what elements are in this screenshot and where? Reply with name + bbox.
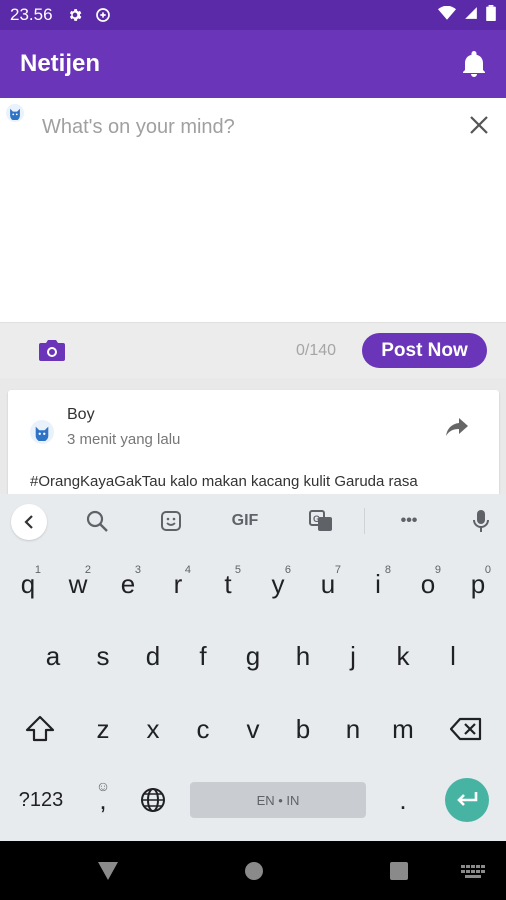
- soft-keyboard: GIF G ••• q1 w2 e3 r4 t5 y6 u7 i8 o9 p0 …: [0, 494, 506, 841]
- key-r[interactable]: r4: [155, 556, 201, 612]
- key-a[interactable]: a: [30, 628, 76, 684]
- post-input[interactable]: [42, 112, 442, 142]
- key-v[interactable]: v: [230, 701, 276, 757]
- key-b[interactable]: b: [280, 701, 326, 757]
- key-x[interactable]: x: [130, 701, 176, 757]
- key-d[interactable]: d: [130, 628, 176, 684]
- translate-icon[interactable]: G: [306, 508, 336, 534]
- key-w[interactable]: w2: [55, 556, 101, 612]
- battery-icon: [486, 4, 496, 26]
- period-key[interactable]: .: [380, 772, 426, 828]
- shift-icon[interactable]: [10, 701, 70, 757]
- back-triangle-icon[interactable]: [97, 861, 119, 886]
- key-k[interactable]: k: [380, 628, 426, 684]
- status-right-icons: [438, 4, 496, 26]
- post-now-button[interactable]: Post Now: [362, 333, 487, 368]
- keyboard-switch-icon[interactable]: [461, 865, 485, 884]
- search-icon[interactable]: [82, 508, 112, 534]
- status-bar: 23.56: [0, 0, 506, 30]
- status-time: 23.56: [10, 5, 53, 24]
- bell-icon[interactable]: [462, 51, 486, 77]
- feed: Boy 3 menit yang lalu #OrangKayaGakTau k…: [0, 378, 506, 494]
- key-q[interactable]: q1: [5, 556, 51, 612]
- keyboard-toolbar: GIF G •••: [0, 494, 506, 548]
- close-icon[interactable]: [468, 114, 490, 136]
- key-s[interactable]: s: [80, 628, 126, 684]
- post-composer: [0, 98, 506, 322]
- sticker-icon[interactable]: [156, 508, 186, 534]
- key-f[interactable]: f: [180, 628, 226, 684]
- symbols-key[interactable]: ?123: [6, 772, 76, 828]
- composer-toolbar: 0/140 Post Now: [0, 322, 506, 378]
- mic-icon[interactable]: [466, 508, 496, 534]
- signal-icon: [464, 5, 478, 25]
- toolbar-divider: [364, 508, 365, 534]
- recents-square-icon[interactable]: [389, 861, 409, 886]
- app-bar: Netijen: [0, 30, 506, 98]
- key-z[interactable]: z: [80, 701, 126, 757]
- globe-icon[interactable]: [130, 772, 176, 828]
- post-author: Boy: [67, 406, 95, 423]
- key-p[interactable]: p0: [455, 556, 501, 612]
- key-c[interactable]: c: [180, 701, 226, 757]
- key-e[interactable]: e3: [105, 556, 151, 612]
- vpn-icon: [95, 7, 111, 23]
- svg-text:G: G: [313, 514, 320, 524]
- key-g[interactable]: g: [230, 628, 276, 684]
- post-card[interactable]: Boy 3 menit yang lalu #OrangKayaGakTau k…: [8, 390, 499, 494]
- key-n[interactable]: n: [330, 701, 376, 757]
- post-content: #OrangKayaGakTau kalo makan kacang kulit…: [30, 473, 418, 490]
- key-i[interactable]: i8: [355, 556, 401, 612]
- key-h[interactable]: h: [280, 628, 326, 684]
- camera-icon[interactable]: [38, 337, 66, 368]
- system-nav-bar: [0, 841, 506, 900]
- key-u[interactable]: u7: [305, 556, 351, 612]
- wifi-icon: [438, 5, 456, 25]
- back-icon[interactable]: [11, 504, 47, 540]
- key-m[interactable]: m: [380, 701, 426, 757]
- character-counter: 0/140: [296, 342, 337, 359]
- post-time: 3 menit yang lalu: [67, 431, 181, 448]
- gif-icon[interactable]: GIF: [228, 508, 262, 534]
- app-title: Netijen: [20, 50, 101, 77]
- cat-avatar-icon: [6, 104, 24, 122]
- emoji-comma-key[interactable]: ☺ ,: [80, 772, 126, 828]
- backspace-icon[interactable]: [436, 701, 496, 757]
- more-icon[interactable]: •••: [394, 508, 424, 534]
- key-t[interactable]: t5: [205, 556, 251, 612]
- share-icon[interactable]: [445, 417, 469, 442]
- gear-icon: [67, 7, 83, 23]
- space-bar[interactable]: EN • IN: [190, 782, 366, 818]
- key-j[interactable]: j: [330, 628, 376, 684]
- key-y[interactable]: y6: [255, 556, 301, 612]
- key-l[interactable]: l: [430, 628, 476, 684]
- key-o[interactable]: o9: [405, 556, 451, 612]
- cat-avatar-icon: [30, 420, 54, 444]
- enter-icon[interactable]: [445, 778, 489, 822]
- home-circle-icon[interactable]: [244, 861, 264, 886]
